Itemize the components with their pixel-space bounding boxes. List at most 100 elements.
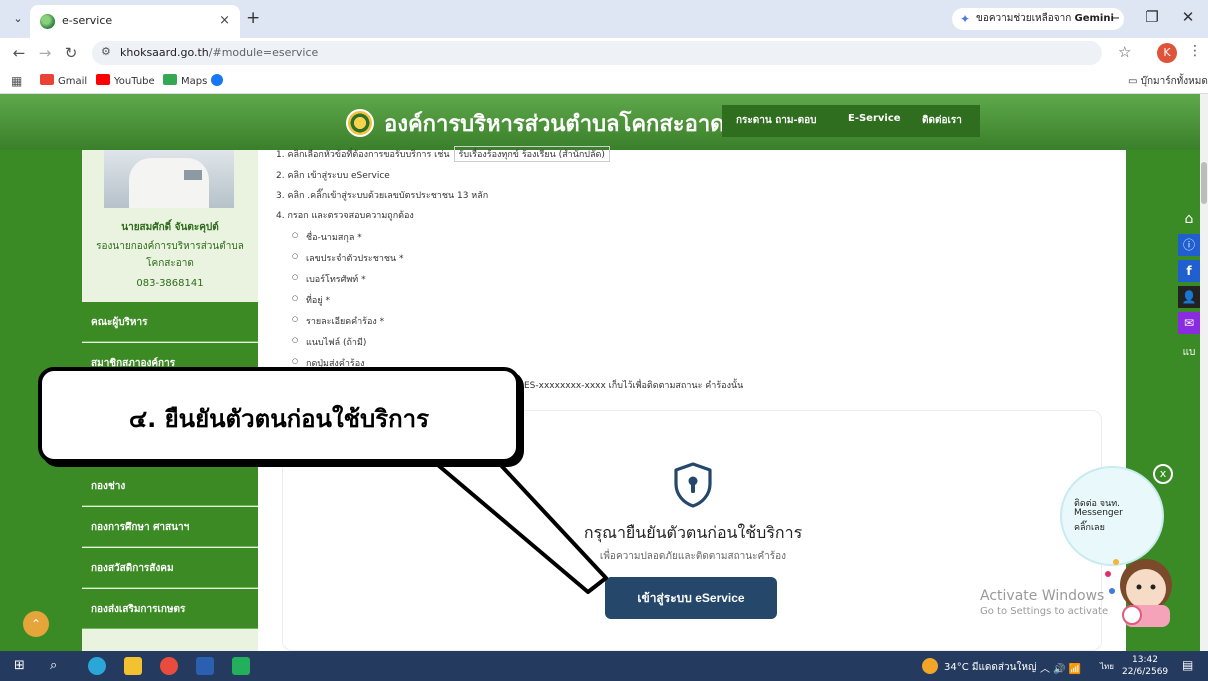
sidebar-item-engineering[interactable]: กองช่าง <box>82 466 258 506</box>
chat-mascot-icon[interactable] <box>1102 539 1182 639</box>
youtube-icon <box>96 74 110 85</box>
restore-window-icon[interactable]: ❐ <box>1140 8 1164 26</box>
chat-line-3: คลิ๊กเลย <box>1074 523 1105 533</box>
bookmark-gmail[interactable]: Gmail <box>40 74 87 87</box>
step-1: 1. คลิกเลือกหัวข้อที่ต้องการขอรับบริการ … <box>276 146 610 162</box>
field-phone: เบอร์โทรศัพท์ * <box>292 272 365 286</box>
activation-title: Activate Windows <box>980 588 1105 604</box>
step-4: 4. กรอก และตรวจสอบความถูกต้อง <box>276 211 414 221</box>
gemini-help-label: ขอความช่วยเหลือจาก <box>976 13 1072 24</box>
bookmark-youtube-label: YouTube <box>114 76 155 87</box>
browser-tab-active[interactable]: e-service × <box>30 5 240 38</box>
site-settings-icon[interactable]: ⚙ <box>101 45 111 58</box>
facebook-icon[interactable]: f <box>1178 260 1200 282</box>
step-2: 2. คลิก เข้าสู่ระบบ eService <box>276 171 390 181</box>
file-explorer-icon[interactable] <box>124 657 142 675</box>
bookmark-gmail-label: Gmail <box>58 76 88 87</box>
url-path: /#module=eservice <box>208 46 319 59</box>
executive-position-title: รองนายกองค์การบริหารส่วนตำบล <box>96 241 244 252</box>
sidebar-item-welfare[interactable]: กองสวัสดิการสังคม <box>82 548 258 588</box>
bookmark-star-icon[interactable]: ☆ <box>1118 43 1131 61</box>
close-window-icon[interactable]: ✕ <box>1176 8 1200 26</box>
callout-text: ๔. ยืนยันตัวตนก่อนใช้บริการ <box>128 405 429 433</box>
scrollbar-thumb[interactable] <box>1201 162 1207 204</box>
browser-toolbar: ← → ↻ ⚙ khoksaard.go.th/#module=eservice… <box>0 38 1208 68</box>
nav-contact[interactable]: ติดต่อเรา <box>922 113 962 128</box>
browser-tab-bar: ⌄ e-service × + ✦ ขอความช่วยเหลือจาก Gem… <box>0 0 1208 38</box>
clock[interactable]: 13:42 22/6/2569 <box>1122 654 1168 678</box>
scroll-up-icon[interactable]: ⌃ <box>23 611 49 637</box>
shield-lock-icon <box>674 462 712 508</box>
field-name: ชื่อ-นามสกุล * <box>292 230 362 244</box>
field-address: ที่อยู่ * <box>292 293 330 307</box>
input-language[interactable]: ไทย <box>1100 660 1114 673</box>
more-tab[interactable]: แบ <box>1178 342 1200 364</box>
line-icon[interactable] <box>232 657 250 675</box>
tab-title: e-service <box>62 14 113 27</box>
mail-icon[interactable]: ✉ <box>1178 312 1200 334</box>
site-logo-icon[interactable] <box>346 109 374 137</box>
edge-icon[interactable] <box>88 657 106 675</box>
apps-grid-icon[interactable]: ▦ <box>11 74 22 88</box>
forward-arrow-icon[interactable]: → <box>36 44 54 62</box>
activation-subtitle: Go to Settings to activate <box>980 606 1109 617</box>
maps-icon <box>163 74 177 85</box>
word-icon[interactable] <box>196 657 214 675</box>
tab-search-chevron-icon[interactable]: ⌄ <box>8 9 28 29</box>
sidebar-item-label: กองส่งเสริมการเกษตร <box>91 604 186 615</box>
new-tab-button[interactable]: + <box>246 8 260 28</box>
bookmark-facebook[interactable] <box>211 74 227 88</box>
field-attachment: แนบไฟล์ (ถ้ามี) <box>292 335 367 349</box>
notifications-icon[interactable]: ▤ <box>1182 658 1193 672</box>
nav-eservice[interactable]: E-Service <box>848 113 901 124</box>
home-icon[interactable]: ⌂ <box>1178 208 1200 230</box>
bookmark-maps[interactable]: Maps <box>163 74 207 87</box>
user-icon[interactable]: 👤 <box>1178 286 1200 308</box>
site-nav: กระดาน ถาม-ตอบ E-Service ติดต่อเรา <box>722 105 980 137</box>
executive-position: รองนายกองค์การบริหารส่วนตำบล โคกสะอาด <box>82 238 258 272</box>
executive-name: นายสมศักดิ์ จันตะคุปต์ <box>121 222 219 233</box>
tab-close-icon[interactable]: × <box>219 13 230 28</box>
url-text: khoksaard.go.th/#module=eservice <box>120 46 318 59</box>
gmail-icon <box>40 74 54 85</box>
page-scrollbar[interactable] <box>1200 94 1208 651</box>
browser-menu-icon[interactable]: ⋮ <box>1188 43 1202 59</box>
address-bar[interactable]: ⚙ khoksaard.go.th/#module=eservice <box>92 41 1102 65</box>
tray-icons[interactable]: ︿ 🔊 📶 <box>1040 660 1081 675</box>
executive-portrait <box>104 150 234 208</box>
weather-text[interactable]: 34°C มีแดดส่วนใหญ่ <box>944 660 1036 675</box>
field-details: รายละเอียดคำร้อง * <box>292 314 384 328</box>
back-arrow-icon[interactable]: ← <box>10 44 28 62</box>
sidebar-item-executives[interactable]: คณะผู้บริหาร <box>82 302 258 342</box>
profile-avatar[interactable]: K <box>1157 43 1177 63</box>
sidebar-item-agriculture[interactable]: กองส่งเสริมการเกษตร <box>82 589 258 629</box>
reload-icon[interactable]: ↻ <box>62 44 80 62</box>
executive-position-org: โคกสะอาด <box>146 258 194 269</box>
sidebar-item-education[interactable]: กองการศึกษา ศาสนาฯ <box>82 507 258 547</box>
search-icon[interactable]: ⌕ <box>50 657 68 675</box>
site-header: องค์การบริหารส่วนตำบลโคกสะอาด กระดาน ถาม… <box>0 94 1200 150</box>
all-bookmarks-button[interactable]: ▭ บุ๊กมาร์กทั้งหมด <box>1128 74 1208 89</box>
bookmarks-bar: ▦ Gmail YouTube Maps ▭ บุ๊กมาร์กทั้งหมด <box>0 68 1208 94</box>
windows-taskbar: ⊞ ⌕ 34°C มีแดดส่วนใหญ่ ︿ 🔊 📶 ไทย 13:42 2… <box>0 651 1208 681</box>
bookmark-youtube[interactable]: YouTube <box>96 74 155 87</box>
windows-start-icon[interactable]: ⊞ <box>14 657 32 675</box>
gemini-help-button[interactable]: ✦ ขอความช่วยเหลือจาก Gemini <box>952 8 1124 30</box>
sidebar-item-label: กองช่าง <box>91 481 126 492</box>
clock-date: 22/6/2569 <box>1122 667 1169 677</box>
gemini-sparkle-icon: ✦ <box>960 12 971 26</box>
facebook-bookmark-icon <box>211 74 223 86</box>
portrait-name-badge <box>184 170 202 180</box>
eservice-login-button[interactable]: เข้าสู่ระบบ eService <box>605 577 777 619</box>
executive-phone: 083-3868141 <box>136 278 204 289</box>
weather-icon[interactable] <box>922 658 938 674</box>
chrome-icon[interactable] <box>160 657 178 675</box>
step-1-example-chip: รับเรื่องร้องทุกข์ ร้องเรียน (สำนักปลัด) <box>453 146 610 162</box>
minimize-window-icon[interactable]: – <box>1104 8 1128 26</box>
all-bookmarks-label: บุ๊กมาร์กทั้งหมด <box>1140 76 1208 87</box>
chat-close-icon[interactable]: x <box>1153 464 1173 484</box>
step-1-text: 1. คลิกเลือกหัวข้อที่ต้องการขอรับบริการ … <box>276 150 450 160</box>
folder-icon: ▭ <box>1128 76 1141 87</box>
info-icon[interactable]: ⓘ <box>1178 234 1200 256</box>
nav-qa-board[interactable]: กระดาน ถาม-ตอบ <box>736 113 816 128</box>
